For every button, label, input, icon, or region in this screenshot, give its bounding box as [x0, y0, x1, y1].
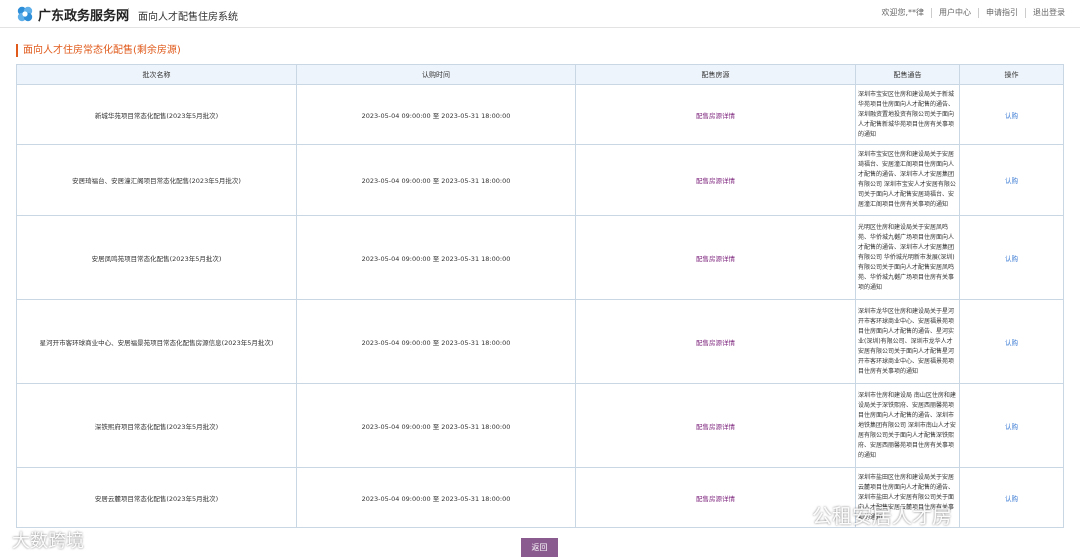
- housing-detail-link[interactable]: 配售房源详情: [696, 177, 735, 185]
- subscription-time: 2023-05-04 09:00:00 至 2023-05-31 18:00:0…: [296, 144, 576, 216]
- table-row: 安居凤鸣苑项目常态化配售(2023年5月批次) 2023-05-04 09:00…: [16, 215, 1064, 300]
- housing-detail-link[interactable]: 配售房源详情: [696, 423, 735, 431]
- batch-name: 星河开市客环球商业中心、安居福景苑项目常态化配售房源信息(2023年5月批次): [16, 299, 297, 384]
- batch-name: 安居琦福台、安居潼汇阁项目常态化配售(2023年5月批次): [16, 144, 297, 216]
- batch-name: 安居云麓项目常态化配售(2023年5月批次): [16, 467, 297, 528]
- subscribe-link[interactable]: 认购: [1005, 255, 1018, 263]
- notice-link[interactable]: 深圳市龙华区住房和建设局关于星河开市客环球商业中心、安居福景苑项目住房面向人才配…: [855, 299, 960, 384]
- back-button[interactable]: 返回: [521, 538, 558, 557]
- housing-detail-link[interactable]: 配售房源详情: [696, 112, 735, 120]
- brand-name[interactable]: 广东政务服务网: [38, 5, 129, 24]
- system-title: 面向人才配售住房系统: [138, 12, 238, 23]
- housing-detail-link[interactable]: 配售房源详情: [696, 495, 735, 503]
- subscribe-link[interactable]: 认购: [1005, 177, 1018, 185]
- table-row: 深铁熙府项目常态化配售(2023年5月批次) 2023-05-04 09:00:…: [16, 383, 1064, 468]
- col-batch-name: 批次名称: [16, 64, 297, 85]
- batch-table: 批次名称 认购时间 配售房源 配售通告 操作 新城华苑项目常态化配售(2023年…: [16, 64, 1064, 528]
- notice-link[interactable]: 深圳市宝安区住房和建设局关于新城华苑项目住房面向人才配售的通告、深圳融资置地投资…: [855, 84, 960, 145]
- subscription-time: 2023-05-04 09:00:00 至 2023-05-31 18:00:0…: [296, 299, 576, 384]
- col-housing: 配售房源: [575, 64, 856, 85]
- housing-detail-link[interactable]: 配售房源详情: [696, 255, 735, 263]
- apply-guide-link[interactable]: 申请指引: [978, 8, 1025, 18]
- table-row: 星河开市客环球商业中心、安居福景苑项目常态化配售房源信息(2023年5月批次) …: [16, 299, 1064, 384]
- housing-detail-link[interactable]: 配售房源详情: [696, 339, 735, 347]
- watermark-right: 公租安居人才房: [812, 504, 952, 528]
- table-row: 安居琦福台、安居潼汇阁项目常态化配售(2023年5月批次) 2023-05-04…: [16, 144, 1064, 216]
- welcome-text: 欢迎您,**律: [881, 8, 924, 17]
- subscribe-link[interactable]: 认购: [1005, 495, 1018, 503]
- col-subscription-time: 认购时间: [296, 64, 576, 85]
- watermark-left: 大数跨境: [12, 531, 84, 552]
- brand-divider: [128, 8, 129, 20]
- subscribe-link[interactable]: 认购: [1005, 423, 1018, 431]
- notice-link[interactable]: 深圳市宝安区住房和建设局关于安居琦福台、安居潼汇阁项目住房面向人才配售的通告、深…: [855, 144, 960, 216]
- notice-link[interactable]: 光明区住房和建设局关于安居凤鸣苑、华侨城九樾广场项目住房面向人才配售的通告、深圳…: [855, 215, 960, 300]
- subscribe-link[interactable]: 认购: [1005, 112, 1018, 120]
- notice-link[interactable]: 深圳市住房和建设局 南山区住房和建设局关于深铁熙府、安居西丽馨苑项目住房面向人才…: [855, 383, 960, 468]
- top-bar: 广东政务服务网 面向人才配售住房系统 欢迎您,**律 用户中心 申请指引 退出登…: [0, 0, 1080, 28]
- batch-name: 深铁熙府项目常态化配售(2023年5月批次): [16, 383, 297, 468]
- col-action: 操作: [959, 64, 1064, 85]
- gd-logo-icon: [17, 6, 33, 22]
- top-links: 欢迎您,**律 用户中心 申请指引 退出登录: [874, 8, 1072, 18]
- table-header-row: 批次名称 认购时间 配售房源 配售通告 操作: [16, 64, 1064, 85]
- user-center-link[interactable]: 用户中心: [931, 8, 978, 18]
- subscription-time: 2023-05-04 09:00:00 至 2023-05-31 18:00:0…: [296, 467, 576, 528]
- table-row: 新城华苑项目常态化配售(2023年5月批次) 2023-05-04 09:00:…: [16, 84, 1064, 145]
- section-title: 面向人才住房常态化配售(剩余房源): [16, 44, 181, 57]
- batch-name: 安居凤鸣苑项目常态化配售(2023年5月批次): [16, 215, 297, 300]
- col-notice: 配售通告: [855, 64, 960, 85]
- subscription-time: 2023-05-04 09:00:00 至 2023-05-31 18:00:0…: [296, 84, 576, 145]
- batch-name: 新城华苑项目常态化配售(2023年5月批次): [16, 84, 297, 145]
- subscription-time: 2023-05-04 09:00:00 至 2023-05-31 18:00:0…: [296, 215, 576, 300]
- subscribe-link[interactable]: 认购: [1005, 339, 1018, 347]
- subscription-time: 2023-05-04 09:00:00 至 2023-05-31 18:00:0…: [296, 383, 576, 468]
- logout-link[interactable]: 退出登录: [1025, 8, 1072, 18]
